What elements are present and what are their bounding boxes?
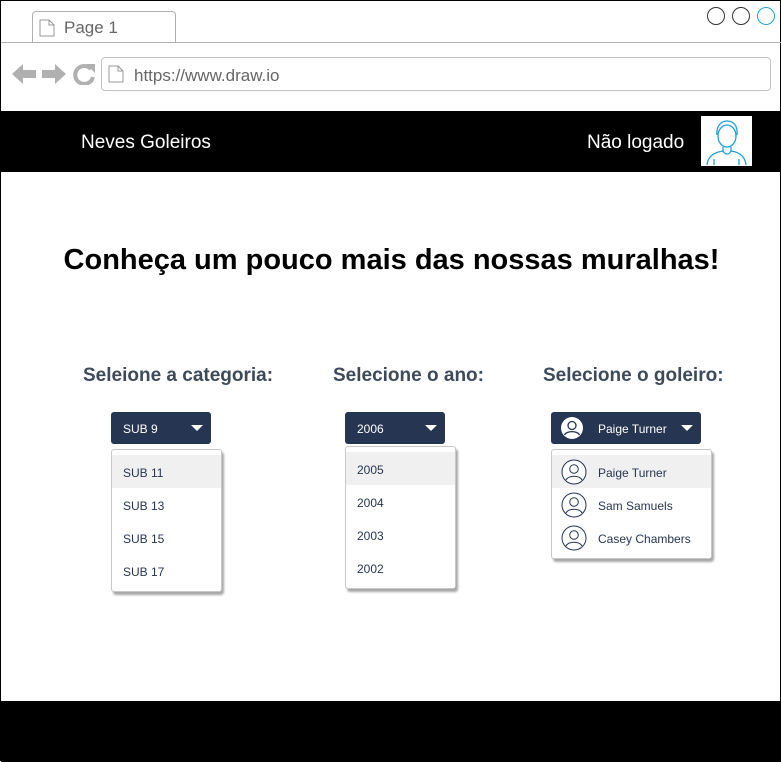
site-header: Neves Goleiros Não logado	[1, 111, 781, 172]
reload-icon[interactable]	[72, 63, 96, 90]
category-option[interactable]: SUB 15	[112, 521, 221, 554]
year-dropdown: 2005 2004 2003 2002	[345, 446, 456, 589]
goalkeeper-selected-value: Paige Turner	[598, 422, 667, 436]
year-option[interactable]: 2004	[346, 485, 455, 518]
chevron-down-icon	[425, 425, 437, 431]
category-dropdown: SUB 11 SUB 13 SUB 15 SUB 17	[111, 449, 222, 592]
user-circle-icon	[561, 459, 587, 488]
login-status[interactable]: Não logado	[587, 132, 684, 154]
user-circle-icon	[561, 492, 587, 521]
category-option[interactable]: SUB 11	[112, 455, 221, 488]
goalkeeper-option[interactable]: Casey Chambers	[552, 521, 711, 554]
forward-arrow-icon[interactable]	[42, 63, 66, 90]
url-text: https://www.draw.io	[134, 66, 280, 85]
goalkeeper-select[interactable]: Paige Turner	[551, 412, 701, 444]
category-label: Seleione a categoria:	[83, 365, 274, 386]
user-circle-icon	[560, 416, 584, 443]
tab-bar: Page 1	[1, 1, 781, 43]
year-select[interactable]: 2006	[345, 412, 445, 444]
year-option[interactable]: 2003	[346, 518, 455, 551]
year-label: Selecione o ano:	[333, 365, 484, 386]
user-circle-icon	[561, 525, 587, 554]
category-option[interactable]: SUB 13	[112, 488, 221, 521]
close-button[interactable]	[757, 7, 775, 25]
back-arrow-icon[interactable]	[12, 63, 36, 90]
year-selected-value: 2006	[357, 422, 384, 436]
restore-button[interactable]	[732, 7, 750, 25]
minimize-button[interactable]	[707, 7, 725, 25]
site-footer	[1, 701, 781, 762]
category-selected-value: SUB 9	[123, 422, 158, 436]
category-select[interactable]: SUB 9	[111, 412, 211, 444]
goalkeeper-dropdown: Paige Turner Sam Samuels Casey Chambers	[551, 449, 712, 559]
goalkeeper-option[interactable]: Sam Samuels	[552, 488, 711, 521]
browser-tab[interactable]: Page 1	[32, 11, 176, 42]
tab-label: Page 1	[64, 18, 118, 37]
chevron-down-icon	[681, 425, 693, 431]
page-icon	[108, 65, 124, 88]
goalkeeper-label: Selecione o goleiro:	[543, 365, 724, 386]
address-bar[interactable]: https://www.draw.io	[101, 57, 771, 91]
page-icon	[39, 19, 55, 42]
browser-window: Page 1 https://www.draw.io Neves Goleiro…	[0, 0, 781, 762]
page-title: Conheça um pouco mais das nossas muralha…	[63, 244, 720, 276]
brand-name[interactable]: Neves Goleiros	[81, 132, 211, 154]
goalkeeper-option[interactable]: Paige Turner	[552, 455, 711, 488]
year-option[interactable]: 2005	[346, 452, 455, 485]
user-avatar-icon[interactable]	[701, 116, 752, 166]
year-option[interactable]: 2002	[346, 551, 455, 584]
category-option[interactable]: SUB 17	[112, 554, 221, 587]
chevron-down-icon	[191, 425, 203, 431]
